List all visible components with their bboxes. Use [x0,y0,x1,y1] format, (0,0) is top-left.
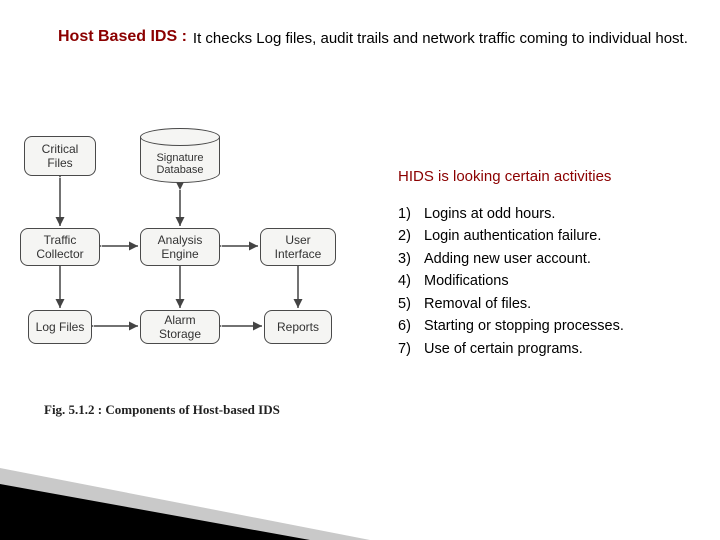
node-reports: Reports [264,310,332,344]
activities-block: HIDS is looking certain activities 1)Log… [398,168,708,360]
node-analysis-engine: Analysis Engine [140,228,220,266]
node-signature-database: Signature Database [140,128,220,188]
hids-diagram: Critical Files Signature Database Traffi… [10,118,365,408]
decorative-wedge [0,484,310,540]
node-alarm-storage: Alarm Storage [140,310,220,344]
list-item: 2)Login authentication failure. [398,225,708,247]
list-item: 5)Removal of files. [398,293,708,315]
node-user-interface: User Interface [260,228,336,266]
node-log-files: Log Files [28,310,92,344]
node-traffic-collector: Traffic Collector [20,228,100,266]
activities-heading: HIDS is looking certain activities [398,168,708,185]
node-critical-files: Critical Files [24,136,96,176]
list-item: 6)Starting or stopping processes. [398,315,708,337]
list-item: 4)Modifications [398,270,708,292]
page-title: Host Based IDS : [58,28,187,46]
page-description: It checks Log files, audit trails and ne… [193,28,688,49]
list-item: 3)Adding new user account. [398,248,708,270]
node-signature-database-label: Signature Database [140,152,220,176]
header: Host Based IDS : It checks Log files, au… [58,28,690,49]
diagram-caption: Fig. 5.1.2 : Components of Host-based ID… [44,402,280,418]
activities-list: 1)Logins at odd hours. 2)Login authentic… [398,203,708,360]
list-item: 1)Logins at odd hours. [398,203,708,225]
list-item: 7)Use of certain programs. [398,338,708,360]
